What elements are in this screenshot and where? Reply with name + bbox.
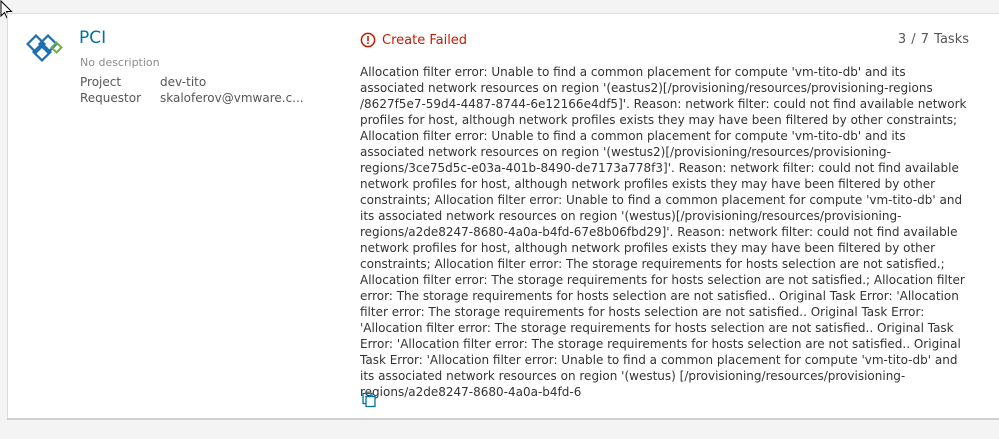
status-text: Create Failed xyxy=(382,32,468,48)
deployment-description: No description xyxy=(80,56,160,69)
status-indicator: Create Failed xyxy=(360,32,467,48)
deployment-name-link[interactable]: PCI xyxy=(79,28,106,48)
exclamation-circle-icon xyxy=(360,32,376,48)
requestor-label: Requestor xyxy=(80,91,142,105)
project-value: dev-tito xyxy=(160,75,207,89)
error-message: Allocation filter error: Unable to find … xyxy=(360,65,967,399)
deployment-card: PCI No description Project dev-tito Requ… xyxy=(7,13,999,418)
project-label: Project xyxy=(80,75,122,89)
copy-icon[interactable] xyxy=(361,392,377,408)
requestor-value: skaloferov@vmware.c... xyxy=(160,91,304,105)
blueprint-logo-icon xyxy=(26,33,63,63)
tasks-counter[interactable]: 3 / 7 Tasks xyxy=(898,32,969,47)
